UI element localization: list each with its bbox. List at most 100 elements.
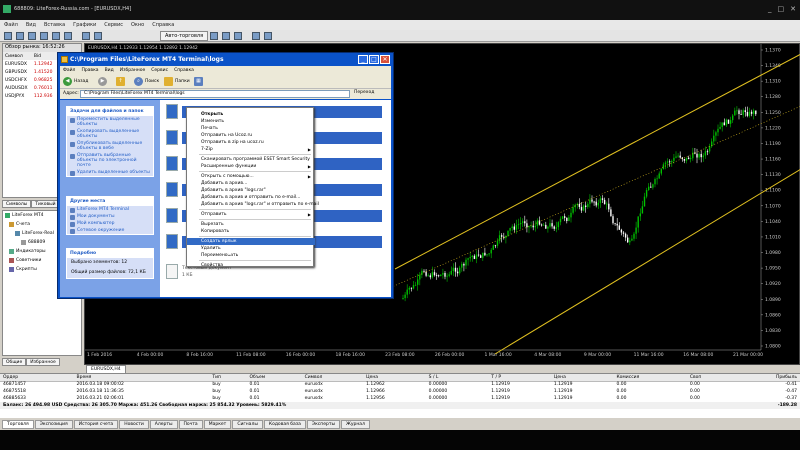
order-row[interactable]: 46885633 2016.03.21 02:06:01 buy 0.01 eurusd… xyxy=(0,395,800,402)
navigator-icon[interactable] xyxy=(40,32,48,40)
up-button[interactable]: ↑ xyxy=(116,77,125,86)
terminal-col-header[interactable]: Ордер xyxy=(0,374,74,382)
order-row[interactable]: 46871457 2016.03.18 09:00:02 buy 0.01 eurusd… xyxy=(0,381,800,388)
terminal-col-header[interactable]: Объем xyxy=(246,374,302,382)
tab-common[interactable]: Общие xyxy=(2,358,27,366)
meta-editor-icon[interactable] xyxy=(94,32,102,40)
context-menu-item[interactable]: Добавить в архив и отправить по e-mail..… xyxy=(187,194,315,201)
views-button[interactable]: ▦ xyxy=(194,77,203,86)
file-icon[interactable] xyxy=(166,156,178,171)
terminal-col-header[interactable]: Комиссия xyxy=(613,374,687,382)
tab-favorites[interactable]: Избранное xyxy=(26,358,60,366)
xmenu-file[interactable]: Файл xyxy=(63,68,75,73)
terminal-col-header[interactable]: Прибыль xyxy=(731,374,800,382)
context-menu-item[interactable]: Добавить в архив "logs.rar" xyxy=(187,187,315,194)
place-computer[interactable]: Мой компьютер xyxy=(67,220,153,227)
context-menu-item[interactable]: Удалить xyxy=(187,245,315,252)
terminal-tab[interactable]: Маркет xyxy=(203,420,232,429)
terminal-tab[interactable]: Торговля xyxy=(2,420,34,429)
context-menu-item[interactable]: Добавить в архив... xyxy=(187,180,315,187)
terminal-tab[interactable]: Кодовая база xyxy=(263,420,306,429)
order-row[interactable]: 46875518 2016.03.18 11:36:35 buy 0.01 eurusd… xyxy=(0,388,800,395)
place-documents[interactable]: Мои документы xyxy=(67,213,153,220)
tester-icon[interactable] xyxy=(64,32,72,40)
close-button[interactable]: ✕ xyxy=(790,5,796,13)
zoom-out-icon[interactable] xyxy=(264,32,272,40)
explorer-close-button[interactable]: ✕ xyxy=(380,55,390,64)
go-button[interactable]: Переход xyxy=(354,90,374,95)
zoom-in-icon[interactable] xyxy=(252,32,260,40)
context-menu-item[interactable]: Отправить ▶ xyxy=(187,211,315,218)
place-network[interactable]: Сетевое окружение xyxy=(67,227,153,234)
file-icon[interactable] xyxy=(166,264,178,279)
menu-file[interactable]: Файл xyxy=(4,22,18,28)
xmenu-edit[interactable]: Правка xyxy=(81,68,98,73)
terminal-tab[interactable]: Новости xyxy=(119,420,149,429)
terminal-tab[interactable]: Сигналы xyxy=(232,420,263,429)
context-menu-item[interactable]: Открыть с помощью... ▶ xyxy=(187,173,315,180)
terminal-col-header[interactable]: Время xyxy=(73,374,210,382)
xmenu-tools[interactable]: Сервис xyxy=(151,68,168,73)
context-menu-item[interactable]: Свойства xyxy=(187,262,315,269)
profiles-icon[interactable] xyxy=(16,32,24,40)
context-menu-item[interactable]: Создать ярлык xyxy=(187,238,315,245)
context-menu-item[interactable]: Отправить в zip на ucoz.ru xyxy=(187,139,315,146)
terminal-tab[interactable]: Почта xyxy=(178,420,203,429)
task-move[interactable]: Переместить выделенные объекты xyxy=(67,116,153,128)
col-symbol[interactable]: Символ xyxy=(3,52,32,60)
market-watch-icon[interactable] xyxy=(28,32,36,40)
menu-window[interactable]: Окно xyxy=(131,22,144,28)
col-bid[interactable]: Bid xyxy=(31,52,57,60)
file-icon[interactable] xyxy=(166,182,178,197)
context-menu-item[interactable]: Копировать xyxy=(187,228,315,235)
menu-charts[interactable]: Графики xyxy=(73,22,96,28)
terminal-col-header[interactable]: Тип xyxy=(209,374,247,382)
terminal-col-header[interactable]: Символ xyxy=(301,374,364,382)
folders-button[interactable]: Папки xyxy=(164,77,190,86)
context-menu-item[interactable]: Отправить на Ucoz.ru xyxy=(187,132,315,139)
back-button[interactable]: ◀ Назад xyxy=(63,77,88,86)
task-email[interactable]: Отправить выбранные объекты по электронн… xyxy=(67,152,153,169)
terminal-tab[interactable]: Эксперты xyxy=(306,420,340,429)
crosshair-icon[interactable] xyxy=(210,32,218,40)
file-icon[interactable] xyxy=(166,130,178,145)
menu-view[interactable]: Вид xyxy=(26,22,36,28)
new-chart-icon[interactable] xyxy=(4,32,12,40)
task-publish[interactable]: Опубликовать выделенные объекты в вебе xyxy=(67,140,153,152)
context-menu-item[interactable]: Вырезать xyxy=(187,221,315,228)
xmenu-help[interactable]: Справка xyxy=(174,68,194,73)
autotrading-button[interactable]: Авто-торговля xyxy=(160,31,209,41)
terminal-col-header[interactable]: Своп xyxy=(686,374,732,382)
maximize-button[interactable]: □ xyxy=(778,5,785,13)
file-icon[interactable] xyxy=(166,208,178,223)
context-menu-item[interactable]: Переименовать xyxy=(187,252,315,259)
tab-symbols[interactable]: Символы xyxy=(2,200,32,208)
file-icon[interactable] xyxy=(166,104,178,119)
terminal-tab[interactable]: Экспозиция xyxy=(34,420,73,429)
minimize-button[interactable]: _ xyxy=(768,5,772,13)
terminal-col-header[interactable]: Цена xyxy=(550,374,614,382)
context-menu-item[interactable]: Изменить xyxy=(187,118,315,125)
file-icon[interactable] xyxy=(166,234,178,249)
context-menu-item[interactable]: Открыть xyxy=(187,111,315,118)
search-button[interactable]: ⌕ Поиск xyxy=(134,77,159,86)
xmenu-favorites[interactable]: Избранное xyxy=(120,68,146,73)
line-tool-icon[interactable] xyxy=(222,32,230,40)
xmenu-view[interactable]: Вид xyxy=(105,68,114,73)
menu-insert[interactable]: Вставка xyxy=(44,22,65,28)
file-tasks-title[interactable]: Задачи для файлов и папок xyxy=(67,107,153,116)
explorer-maximize-button[interactable]: □ xyxy=(369,55,379,64)
terminal-tab[interactable]: История счета xyxy=(73,420,119,429)
context-menu-item[interactable]: Добавить в архив "logs.rar" и отправить … xyxy=(187,201,319,208)
explorer-minimize-button[interactable]: _ xyxy=(358,55,368,64)
context-menu-item[interactable]: Печать xyxy=(187,125,315,132)
terminal-col-header[interactable]: S / L xyxy=(425,374,489,382)
address-input[interactable]: C:\Program Files\LiteForex MT4 Terminal\… xyxy=(80,90,350,98)
details-title[interactable]: Подробно xyxy=(67,249,153,258)
menu-help[interactable]: Справка xyxy=(152,22,174,28)
text-tool-icon[interactable] xyxy=(234,32,242,40)
task-delete[interactable]: Удалить выделенные объекты xyxy=(67,169,153,176)
context-menu-item[interactable]: Сканировать программой ESET Smart Securi… xyxy=(187,156,315,163)
new-order-icon[interactable] xyxy=(82,32,90,40)
task-copy[interactable]: Скопировать выделенные объекты xyxy=(67,128,153,140)
